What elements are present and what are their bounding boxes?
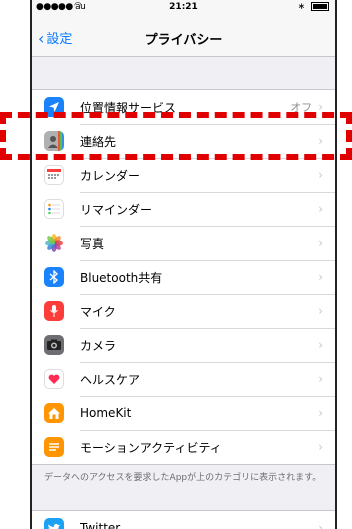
- status-bar: ●●●●● au ◠ 21:21 ∗: [32, 0, 335, 16]
- row-photos[interactable]: 写真 ›: [32, 226, 335, 260]
- twitter-icon: [44, 518, 64, 529]
- section-footer: データへのアクセスを要求したAppが上のカテゴリに表示されます。: [44, 473, 322, 483]
- battery-icon: [311, 2, 329, 11]
- accounts-list: Twitter ›: [32, 510, 335, 529]
- row-label: モーションアクティビティ: [80, 440, 222, 455]
- row-label: Twitter: [80, 521, 121, 529]
- chevron-right-icon: ›: [318, 338, 323, 352]
- microphone-icon: [44, 301, 64, 321]
- row-label: HomeKit: [80, 406, 132, 420]
- status-time: 21:21: [169, 2, 198, 12]
- calendar-icon: [44, 165, 64, 185]
- chevron-right-icon: ›: [318, 406, 323, 420]
- row-label: カレンダー: [80, 168, 141, 183]
- chevron-right-icon: ›: [318, 440, 323, 454]
- row-label: Bluetooth共有: [80, 270, 163, 285]
- reminders-icon: [44, 199, 64, 219]
- motion-icon: [44, 437, 64, 457]
- phone-screen: ●●●●● au ◠ 21:21 ∗ ‹ 設定 プライバシー 位置情報サービス オ…: [30, 0, 337, 529]
- bluetooth-icon: [44, 267, 64, 287]
- highlight-box: [0, 112, 352, 160]
- chevron-right-icon: ›: [318, 521, 323, 529]
- row-reminders[interactable]: リマインダー ›: [32, 192, 335, 226]
- row-label: 写真: [80, 236, 105, 251]
- status-right: ∗: [298, 2, 329, 12]
- chevron-right-icon: ›: [318, 372, 323, 386]
- chevron-right-icon: ›: [318, 270, 323, 284]
- row-motion-activity[interactable]: モーションアクティビティ ›: [32, 430, 335, 464]
- row-twitter[interactable]: Twitter ›: [32, 511, 335, 529]
- navigation-bar: ‹ 設定 プライバシー: [32, 16, 335, 57]
- row-bluetooth-sharing[interactable]: Bluetooth共有 ›: [32, 260, 335, 294]
- row-label: カメラ: [80, 338, 117, 353]
- heart-icon: [44, 369, 64, 389]
- row-label: マイク: [80, 304, 116, 319]
- chevron-right-icon: ›: [318, 236, 323, 250]
- chevron-right-icon: ›: [318, 304, 323, 318]
- home-icon: [44, 403, 64, 423]
- page-title: プライバシー: [144, 33, 223, 48]
- row-label: ヘルスケア: [80, 372, 141, 387]
- row-camera[interactable]: カメラ ›: [32, 328, 335, 362]
- camera-icon: [44, 335, 64, 355]
- row-calendar[interactable]: カレンダー ›: [32, 158, 335, 192]
- chevron-right-icon: ›: [318, 202, 323, 216]
- row-label: リマインダー: [80, 202, 153, 217]
- row-health[interactable]: ヘルスケア ›: [32, 362, 335, 396]
- bluetooth-status-icon: ∗: [297, 2, 306, 12]
- chevron-right-icon: ›: [318, 168, 323, 182]
- row-homekit[interactable]: HomeKit ›: [32, 396, 335, 430]
- row-microphone[interactable]: マイク ›: [32, 294, 335, 328]
- photos-icon: [44, 233, 64, 253]
